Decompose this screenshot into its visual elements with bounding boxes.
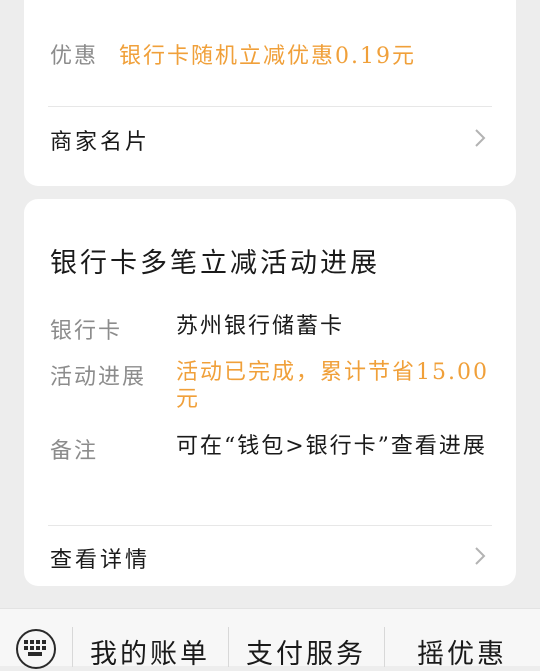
bottom-menu-bar: 我的账单 支付服务 摇优惠 <box>0 608 540 670</box>
tab-shake-deals[interactable]: 摇优惠 <box>384 632 540 671</box>
keyboard-icon[interactable] <box>16 629 56 669</box>
bank-card-key: 银行卡 <box>50 319 123 344</box>
divider <box>48 106 492 107</box>
discount-value: 银行卡随机立减优惠0.19元 <box>119 44 417 69</box>
merchant-card-label: 商家名片 <box>50 130 151 155</box>
progress-value: 活动已完成，累计节省15.00元 <box>176 360 489 412</box>
view-details-row[interactable]: 查看详情 <box>50 542 492 574</box>
merchant-card-row[interactable]: 商家名片 <box>50 124 492 156</box>
view-details-label: 查看详情 <box>50 548 151 573</box>
discount-card: 优惠 银行卡随机立减优惠0.19元 商家名片 <box>24 0 516 186</box>
remark-key: 备注 <box>50 439 99 464</box>
activity-title: 银行卡多笔立减活动进展 <box>50 248 380 279</box>
tab-payment-services[interactable]: 支付服务 <box>228 632 384 671</box>
remark-value: 可在“钱包>银行卡”查看进展 <box>176 434 487 459</box>
bank-card-value: 苏州银行储蓄卡 <box>176 314 345 339</box>
divider <box>48 525 492 526</box>
progress-key: 活动进展 <box>50 365 147 390</box>
chevron-right-icon <box>475 547 486 565</box>
chevron-right-icon <box>475 129 486 147</box>
discount-row: 优惠 银行卡随机立减优惠0.19元 <box>50 38 416 70</box>
discount-label: 优惠 <box>50 44 99 69</box>
activity-card: 银行卡多笔立减活动进展 银行卡 苏州银行储蓄卡 活动进展 活动已完成，累计节省1… <box>24 199 516 586</box>
tab-my-bills[interactable]: 我的账单 <box>72 632 228 671</box>
